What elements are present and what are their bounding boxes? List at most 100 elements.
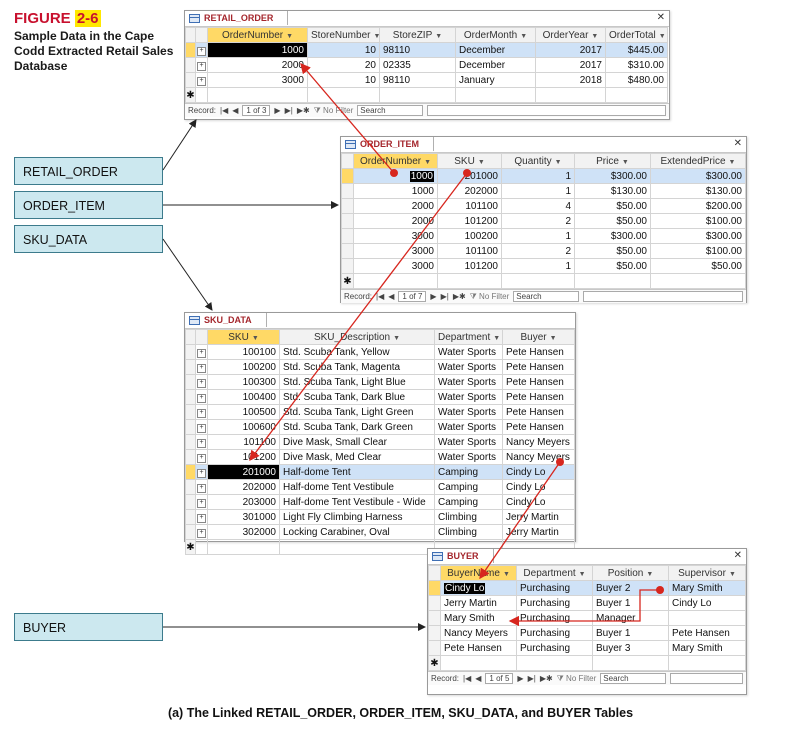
table-row[interactable]: 3000 101200 1 $50.00 $50.00 [341, 258, 746, 274]
cell[interactable]: Buyer 3 [592, 640, 669, 656]
cell[interactable]: Nancy Meyers [440, 625, 517, 641]
cell[interactable]: 101100 [437, 243, 502, 259]
row-selector[interactable] [185, 464, 196, 480]
cell[interactable]: 202000 [437, 183, 502, 199]
table-row[interactable]: +100200 Std. Scuba Tank, Magenta Water Spo… [185, 359, 575, 375]
table-row[interactable]: +101100 Dive Mask, Small Clear Water Sport… [185, 434, 575, 450]
prev-record-icon[interactable]: ◀ [475, 674, 481, 683]
table-row[interactable]: + 3000 10 98110 January 2018 $480.00 [185, 72, 668, 88]
cell[interactable]: Water Sports [434, 374, 503, 390]
cell[interactable]: Purchasing [516, 625, 593, 641]
expand-cell[interactable]: + [195, 72, 208, 88]
expand-plus-icon[interactable]: + [197, 484, 206, 493]
row-selector[interactable] [428, 610, 441, 626]
expand-plus-icon[interactable]: + [197, 349, 206, 358]
cell[interactable]: 201000 [437, 168, 502, 184]
cell[interactable] [668, 610, 746, 626]
column-header-storezip[interactable]: StoreZIP ▼ [379, 27, 456, 43]
cell[interactable]: Water Sports [434, 434, 503, 450]
expand-plus-icon[interactable]: + [197, 439, 206, 448]
cell[interactable]: $50.00 [650, 258, 746, 274]
horizontal-scrollbar[interactable] [670, 673, 743, 684]
cell[interactable]: Cindy Lo [668, 595, 746, 611]
expand-cell[interactable]: + [195, 404, 208, 420]
row-selector[interactable] [185, 419, 196, 435]
row-selector[interactable] [341, 198, 354, 214]
expand-plus-icon[interactable]: + [197, 499, 206, 508]
cell[interactable]: 3000 [207, 72, 308, 88]
cell[interactable]: Pete Hansen [502, 359, 575, 375]
cell[interactable]: $100.00 [650, 243, 746, 259]
expand-plus-icon[interactable]: + [197, 424, 206, 433]
new-record-row[interactable]: ✱ [341, 273, 746, 289]
cell[interactable]: 101100 [207, 434, 280, 450]
cell[interactable]: Purchasing [516, 580, 593, 596]
table-row[interactable]: +302000 Locking Carabiner, Oval Climbing Je… [185, 524, 575, 540]
column-header-ordertotal[interactable]: OrderTotal ▼ [605, 27, 668, 43]
cell[interactable]: Pete Hansen [668, 625, 746, 641]
table-row[interactable]: + 2000 20 02335 December 2017 $310.00 [185, 57, 668, 73]
cell[interactable]: $300.00 [650, 168, 746, 184]
expand-plus-icon[interactable]: + [197, 62, 206, 71]
cell[interactable]: Pete Hansen [502, 344, 575, 360]
cell[interactable]: $445.00 [605, 42, 668, 58]
first-record-icon[interactable]: |◀ [463, 674, 471, 683]
row-selector[interactable] [185, 494, 196, 510]
cell[interactable]: 100200 [207, 359, 280, 375]
search-input[interactable]: Search [357, 105, 424, 116]
row-selector[interactable] [185, 449, 196, 465]
cell[interactable]: 301000 [207, 509, 280, 525]
cell[interactable]: Pete Hansen [502, 389, 575, 405]
row-selector[interactable] [185, 479, 196, 495]
cell[interactable]: Buyer 2 [592, 580, 669, 596]
cell[interactable]: 203000 [207, 494, 280, 510]
cell[interactable]: $50.00 [574, 243, 651, 259]
new-record-row[interactable]: ✱ [185, 87, 668, 103]
cell[interactable]: 4 [501, 198, 575, 214]
expand-cell[interactable]: + [195, 389, 208, 405]
cell[interactable]: Water Sports [434, 389, 503, 405]
table-row[interactable]: +100100 Std. Scuba Tank, Yellow Water Spor… [185, 344, 575, 360]
column-header-sku-description[interactable]: SKU_Description ▼ [279, 329, 435, 345]
sku-data-tab[interactable]: SKU_DATA [185, 313, 267, 327]
cell[interactable]: 98110 [379, 42, 456, 58]
row-selector[interactable] [428, 640, 441, 656]
cell[interactable]: Locking Carabiner, Oval [279, 524, 435, 540]
cell[interactable]: 2000 [353, 198, 438, 214]
row-selector[interactable] [185, 72, 196, 88]
cell[interactable]: Pete Hansen [502, 419, 575, 435]
expand-plus-icon[interactable]: + [197, 77, 206, 86]
column-header-quantity[interactable]: Quantity ▼ [501, 153, 575, 169]
expand-plus-icon[interactable]: + [197, 364, 206, 373]
filter-indicator[interactable]: ⧩ No Filter [314, 106, 354, 116]
cell[interactable]: $300.00 [574, 168, 651, 184]
table-row[interactable]: 2000 101200 2 $50.00 $100.00 [341, 213, 746, 229]
cell[interactable]: Water Sports [434, 359, 503, 375]
cell[interactable]: December [455, 57, 536, 73]
column-header-sku[interactable]: SKU ▼ [437, 153, 502, 169]
first-record-icon[interactable]: |◀ [220, 106, 228, 115]
cell[interactable]: 1000 [353, 183, 438, 199]
cell[interactable]: Water Sports [434, 344, 503, 360]
expand-cell[interactable]: + [195, 359, 208, 375]
cell[interactable]: 101200 [437, 213, 502, 229]
cell[interactable]: Cindy Lo [502, 494, 575, 510]
cell[interactable]: 2 [501, 243, 575, 259]
table-row[interactable]: 3000 100200 1 $300.00 $300.00 [341, 228, 746, 244]
cell[interactable]: 302000 [207, 524, 280, 540]
record-position[interactable]: 1 of 7 [398, 291, 427, 302]
cell[interactable]: 100600 [207, 419, 280, 435]
table-row[interactable]: 3000 101100 2 $50.00 $100.00 [341, 243, 746, 259]
row-selector[interactable] [185, 509, 196, 525]
table-row[interactable]: +100400 Std. Scuba Tank, Dark Blue Water S… [185, 389, 575, 405]
expand-cell[interactable]: + [195, 509, 208, 525]
cell[interactable]: Water Sports [434, 404, 503, 420]
expand-cell[interactable]: + [195, 494, 208, 510]
table-row[interactable]: 2000 101100 4 $50.00 $200.00 [341, 198, 746, 214]
cell[interactable]: Buyer 1 [592, 625, 669, 641]
expand-cell[interactable]: + [195, 344, 208, 360]
cell[interactable]: $100.00 [650, 213, 746, 229]
cell[interactable]: Jerry Martin [502, 509, 575, 525]
search-input[interactable]: Search [513, 291, 580, 302]
row-selector[interactable] [185, 434, 196, 450]
